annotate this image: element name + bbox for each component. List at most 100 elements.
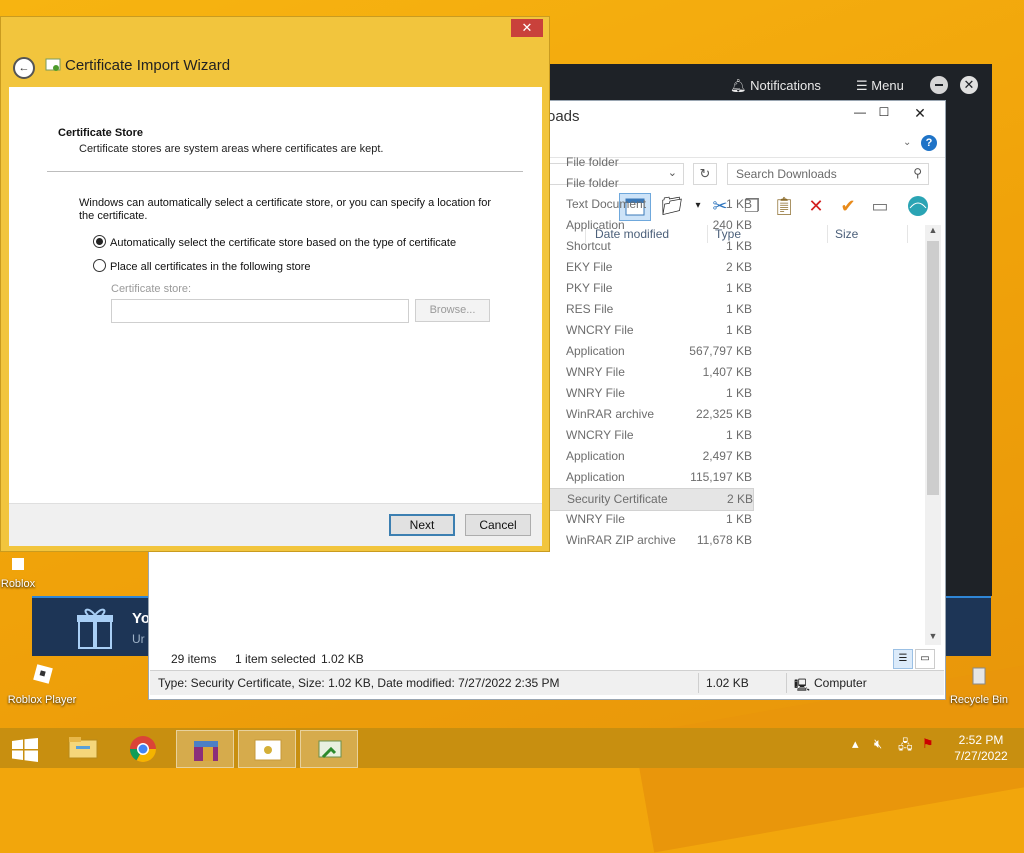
scroll-down-icon[interactable]: ▼ <box>925 631 941 645</box>
minimize-button[interactable] <box>930 76 948 94</box>
chevron-down-icon[interactable]: ⌄ <box>903 137 911 148</box>
file-type: PKY File <box>566 281 613 295</box>
radio-selected[interactable] <box>93 235 106 248</box>
file-type: WinRAR ZIP archive <box>566 533 676 547</box>
taskbar-certificate-import[interactable] <box>300 730 358 768</box>
start-button[interactable] <box>0 730 56 766</box>
certificate-store-label: Certificate store: <box>111 283 192 295</box>
file-type: Shortcut <box>566 239 611 253</box>
winrar-icon <box>191 735 219 763</box>
maximize-button[interactable]: ☐ <box>873 105 895 121</box>
certificate-icon <box>45 57 63 76</box>
certificate-import-wizard: ✕ ← Certificate Import Wizard Certificat… <box>0 16 550 552</box>
column-separator <box>827 225 828 243</box>
file-size: 1 KB <box>725 281 752 295</box>
scroll-up-icon[interactable]: ▲ <box>925 225 941 239</box>
file-size: 567,797 KB <box>689 344 752 358</box>
certificate-store-field[interactable] <box>111 299 409 323</box>
clock-time: 2:52 PM <box>958 733 1004 747</box>
taskbar-file-explorer[interactable] <box>54 730 110 766</box>
rename-icon[interactable]: ▭ <box>867 193 893 219</box>
large-icons-view-icon[interactable]: ▭ <box>915 649 935 669</box>
taskbar: ▴ 🔇︎ 🖧︎ ⚑ 2:52 PM 7/27/2022 <box>0 728 1024 768</box>
file-type: EKY File <box>566 260 613 274</box>
computer-icon: 🖳︎ <box>794 678 811 692</box>
file-size: 2,497 KB <box>702 449 752 463</box>
details-view-icon[interactable]: ☰ <box>893 649 913 669</box>
file-type: Application <box>566 449 625 463</box>
file-type: RES File <box>566 302 614 316</box>
details-text: Type: Security Certificate, Size: 1.02 K… <box>158 676 560 690</box>
option-auto-store[interactable]: Automatically select the certificate sto… <box>93 235 456 249</box>
file-type: Application <box>566 344 625 358</box>
divider <box>47 171 523 172</box>
file-type: WNCRY File <box>566 428 634 442</box>
browse-button[interactable]: Browse... <box>415 299 490 322</box>
windows-logo-icon <box>12 738 38 762</box>
selection-count: 1 item selected <box>235 652 316 666</box>
option-manual-store[interactable]: Place all certificates in the following … <box>93 259 311 273</box>
clock[interactable]: 2:52 PM 7/27/2022 <box>944 732 1018 764</box>
back-arrow-icon[interactable]: ← <box>13 57 35 79</box>
menu-button[interactable]: ☰ Menu <box>856 78 904 94</box>
close-button[interactable]: ✕ <box>511 19 543 37</box>
taskbar-winrar[interactable] <box>176 730 234 768</box>
file-size: 2 KB <box>725 260 752 274</box>
details-size: 1.02 KB <box>706 676 749 690</box>
file-size: 22,325 KB <box>695 407 752 421</box>
explorer-title: oads <box>547 108 580 125</box>
file-type: Security Certificate <box>567 492 668 506</box>
item-count: 29 items <box>171 652 217 666</box>
scrollbar-thumb[interactable] <box>927 241 939 495</box>
next-button[interactable]: Next <box>389 514 455 536</box>
column-size[interactable]: Size <box>835 227 858 241</box>
notifications-label: Notifications <box>750 78 821 93</box>
close-button[interactable]: ✕ <box>899 103 941 123</box>
desktop-icon-recycle-bin[interactable]: Recycle Bin <box>944 664 1014 706</box>
option-manual-label: Place all certificates in the following … <box>110 261 311 273</box>
desktop-icon-label: Recycle Bin <box>949 694 1009 706</box>
help-icon[interactable]: ? <box>921 135 937 151</box>
delete-icon[interactable]: ✕ <box>803 193 829 219</box>
volume-muted-icon[interactable]: 🔇︎ <box>874 736 882 752</box>
file-size: 1 KB <box>725 302 752 316</box>
search-input[interactable]: Search Downloads ⚲ <box>727 163 929 185</box>
taskbar-certificate[interactable] <box>238 730 296 768</box>
action-center-icon[interactable]: ⚑ <box>922 736 934 752</box>
wizard-body: Certificate Store Certificate stores are… <box>9 87 542 503</box>
file-type: Application <box>566 470 625 484</box>
radio-unselected[interactable] <box>93 259 106 272</box>
notifications-button[interactable]: 🔔︎ Notifications <box>730 78 821 94</box>
cancel-button[interactable]: Cancel <box>465 514 531 536</box>
selection-size: 1.02 KB <box>321 652 364 666</box>
file-size: 240 KB <box>712 218 752 232</box>
globe-icon[interactable] <box>905 193 931 219</box>
file-type: Text Document <box>566 197 647 211</box>
close-button[interactable]: ✕ <box>960 76 978 94</box>
file-type: Application <box>566 218 625 232</box>
wizard-footer: Next Cancel <box>9 503 542 546</box>
network-icon[interactable]: 🖧︎ <box>898 736 913 758</box>
checkmark-icon[interactable]: ✔ <box>835 193 861 219</box>
hamburger-icon: ☰ <box>856 78 872 93</box>
file-size: 1 KB <box>725 323 752 337</box>
desktop-icon-roblox[interactable]: Roblox <box>0 556 36 590</box>
desktop-icon-label: Roblox <box>0 578 36 590</box>
file-size: 1 KB <box>725 386 752 400</box>
file-type: WNRY File <box>566 365 625 379</box>
paste-icon[interactable]: 📋︎ <box>771 193 797 219</box>
minimize-button[interactable]: — <box>849 105 871 121</box>
file-size: 1 KB <box>725 428 752 442</box>
vertical-scrollbar[interactable]: ▲ ▼ <box>925 225 941 645</box>
explorer-status-bar: 29 items 1 item selected 1.02 KB <box>149 647 945 671</box>
taskbar-chrome[interactable] <box>114 730 170 766</box>
details-bar: Type: Security Certificate, Size: 1.02 K… <box>150 670 944 695</box>
show-hidden-icons[interactable]: ▴ <box>852 736 859 752</box>
desktop-icon-roblox-player[interactable]: Roblox Player <box>2 664 82 706</box>
file-size: 1 KB <box>725 512 752 526</box>
chrome-icon <box>128 734 157 763</box>
intro-text: Windows can automatically select a certi… <box>79 197 492 222</box>
option-auto-label: Automatically select the certificate sto… <box>110 237 457 249</box>
promo-banner[interactable]: Yo Ur <box>32 596 150 656</box>
file-size: 1 KB <box>725 197 752 211</box>
